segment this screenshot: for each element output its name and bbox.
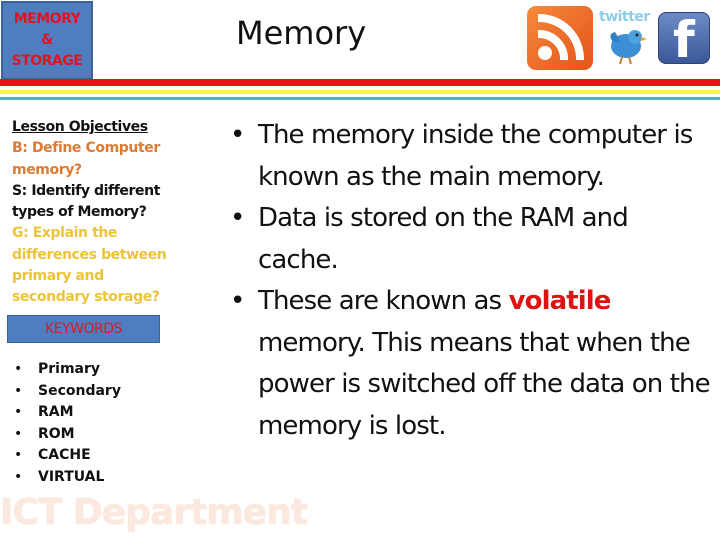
topic-title-box: MEMORY & STORAGE xyxy=(1,1,93,80)
keywords-label: KEYWORDS xyxy=(45,321,122,337)
header-stripe-yellow xyxy=(0,90,720,94)
lesson-objectives: Lesson Objectives B: Define Computer mem… xyxy=(12,117,182,309)
content-bullet: The memory inside the computer is known … xyxy=(230,115,710,198)
keyword-item: Primary xyxy=(14,359,121,381)
content-bullets: The memory inside the computer is known … xyxy=(230,115,711,447)
objectives-heading: Lesson Objectives xyxy=(12,119,148,135)
keyword-item: ROM xyxy=(14,424,121,446)
bullet-text: The memory inside the computer is known … xyxy=(258,120,693,192)
keyword-item: RAM xyxy=(14,402,121,424)
header-stripe-red xyxy=(0,79,720,86)
keyword-item: Secondary xyxy=(14,381,121,403)
content-bullet: Data is stored on the RAM and cache. xyxy=(230,198,710,281)
keyword-item: CACHE xyxy=(14,445,121,467)
header-stripe-teal xyxy=(0,97,720,100)
twitter-logo-text[interactable]: twitter xyxy=(599,9,650,25)
twitter-bird-icon[interactable] xyxy=(605,26,649,71)
bullet-text-before: These are known as xyxy=(258,286,509,316)
topic-title-line: MEMORY xyxy=(13,11,81,27)
content-bullet: These are known as volatile memory. This… xyxy=(230,281,711,447)
topic-title-line: & xyxy=(41,32,53,48)
department-watermark: ICT Department xyxy=(0,492,308,533)
bullet-text: Data is stored on the RAM and cache. xyxy=(258,203,629,275)
keywords-list: Primary Secondary RAM ROM CACHE VIRTUAL xyxy=(14,359,121,488)
objective-bronze: B: Define Computer memory? xyxy=(12,140,160,178)
objective-gold: G: Explain the differences between prima… xyxy=(12,225,167,306)
bullet-text-after: memory. This means that when the power i… xyxy=(258,327,711,441)
keywords-header: KEYWORDS xyxy=(7,315,160,343)
volatile-highlight: volatile xyxy=(508,286,612,316)
keyword-item: VIRTUAL xyxy=(14,467,121,489)
facebook-letter: f xyxy=(673,11,695,69)
page-title: Memory xyxy=(236,14,367,52)
objective-silver: S: Identify different types of Memory? xyxy=(12,182,160,221)
rss-feed-icon[interactable] xyxy=(527,6,593,70)
topic-title-line: STORAGE xyxy=(11,53,83,69)
facebook-icon[interactable]: f xyxy=(658,11,710,69)
